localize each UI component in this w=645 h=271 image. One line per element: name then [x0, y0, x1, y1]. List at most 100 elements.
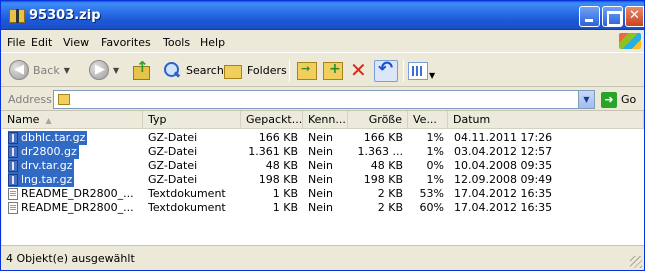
file-row[interactable]: README_DR2800_... Textdokument 1 KB Nein 2 K…	[2, 201, 644, 215]
chevron-down-icon: ▼	[113, 65, 120, 75]
column-header-size[interactable]: Größe	[348, 111, 408, 129]
menu-favorites[interactable]: Favorites	[101, 36, 151, 49]
file-name-cell[interactable]: lng.tar.gz	[8, 173, 140, 187]
folders-button[interactable]: Folders	[223, 58, 287, 82]
chevron-down-icon[interactable]: ▼	[578, 91, 594, 108]
file-ratio: 1%	[426, 173, 444, 186]
forward-button[interactable]: ▼	[89, 58, 119, 82]
file-name: drv.tar.gz	[21, 159, 73, 172]
file-name-wrap: lng.tar.gz	[8, 173, 75, 187]
file-size: 2 KB	[377, 201, 403, 214]
column-header-type[interactable]: Typ	[143, 111, 241, 129]
folders-label: Folders	[247, 63, 287, 77]
file-ratio: 0%	[426, 159, 444, 172]
file-protected: Nein	[308, 201, 334, 214]
title-bar[interactable]: 95303.zip	[1, 1, 644, 30]
file-name: lng.tar.gz	[21, 173, 73, 186]
file-name-wrap: README_DR2800_...	[8, 187, 134, 201]
file-protected: Nein	[308, 187, 334, 200]
file-name-cell[interactable]: dbhlc.tar.gz	[8, 131, 140, 145]
folders-icon	[223, 61, 243, 79]
file-type: Textdokument	[148, 201, 226, 214]
file-date: 10.04.2008 09:35	[454, 159, 553, 172]
delete-icon[interactable]: ✕	[350, 58, 370, 82]
search-label: Search	[186, 63, 224, 77]
move-to-icon[interactable]	[297, 62, 317, 80]
window-title: 95303.zip	[29, 8, 101, 23]
file-name-cell[interactable]: dr2800.gz	[8, 145, 140, 159]
column-header-name[interactable]: Name ▲	[2, 111, 143, 129]
file-row[interactable]: lng.tar.gz GZ-Datei 198 KB Nein 198 KB 1% 12.0…	[2, 173, 644, 187]
copy-to-icon[interactable]	[323, 61, 343, 80]
back-button[interactable]: Back ▼	[9, 58, 70, 82]
file-date: 03.04.2012 12:57	[454, 145, 553, 158]
views-icon[interactable]	[408, 62, 428, 80]
column-header-ratio[interactable]: Ve...	[408, 111, 448, 129]
explorer-window: 95303.zip File Edit View Favorites Tools…	[0, 0, 645, 271]
file-type: GZ-Datei	[148, 173, 198, 186]
file-list[interactable]: Name ▲ Typ Gepackt... Kenn... Größe Ve...…	[2, 111, 644, 245]
file-packed-size: 198 KB	[258, 173, 298, 186]
column-header-packed[interactable]: Gepackt...	[241, 111, 303, 129]
file-name-cell[interactable]: README_DR2800_...	[8, 201, 140, 215]
file-size: 166 KB	[363, 131, 403, 144]
file-name: README_DR2800_...	[21, 201, 134, 214]
file-ratio: 53%	[419, 187, 444, 200]
file-date: 12.09.2008 09:49	[454, 173, 553, 186]
search-button[interactable]: Search	[162, 58, 224, 82]
go-button[interactable]: ➜ Go	[601, 91, 643, 108]
up-folder-button[interactable]	[131, 58, 151, 82]
address-input[interactable]: ▼	[53, 90, 595, 109]
go-arrow-icon: ➜	[601, 91, 617, 108]
undo-icon[interactable]	[374, 58, 398, 82]
file-date: 04.11.2011 17:26	[454, 131, 553, 144]
file-packed-size: 1.361 KB	[248, 145, 298, 158]
go-label: Go	[621, 93, 637, 106]
status-bar: 4 Objekt(e) ausgewählt	[1, 245, 644, 270]
file-type: GZ-Datei	[148, 131, 198, 144]
column-header-protected[interactable]: Kenn...	[303, 111, 348, 129]
back-label: Back	[33, 63, 60, 77]
maximize-button[interactable]	[602, 6, 623, 27]
text-document-icon	[8, 188, 18, 200]
zip-folder-icon	[9, 9, 25, 23]
file-row[interactable]: dbhlc.tar.gz GZ-Datei 166 KB Nein 166 KB 1% 04…	[2, 131, 644, 145]
zip-folder-icon	[58, 94, 70, 105]
file-row[interactable]: drv.tar.gz GZ-Datei 48 KB Nein 48 KB 0% 10.04.…	[2, 159, 644, 173]
toolbar-separator	[403, 60, 404, 82]
menu-edit[interactable]: Edit	[31, 36, 52, 49]
close-button[interactable]	[625, 6, 644, 27]
windows-logo-icon	[619, 33, 641, 49]
file-name-cell[interactable]: drv.tar.gz	[8, 159, 140, 173]
address-bar: Address ▼ ➜ Go	[1, 88, 644, 111]
file-type: GZ-Datei	[148, 159, 198, 172]
gz-archive-icon	[8, 160, 18, 172]
menu-tools[interactable]: Tools	[163, 36, 190, 49]
minimize-button[interactable]	[579, 6, 600, 27]
file-packed-size: 1 KB	[272, 201, 298, 214]
menu-help[interactable]: Help	[200, 36, 225, 49]
file-protected: Nein	[308, 145, 334, 158]
column-header-date[interactable]: Datum	[448, 111, 644, 129]
file-row[interactable]: dr2800.gz GZ-Datei 1.361 KB Nein 1.363 ... 1%…	[2, 145, 644, 159]
up-folder-icon	[131, 58, 151, 80]
menu-view[interactable]: View	[63, 36, 89, 49]
file-date: 17.04.2012 16:35	[454, 187, 553, 200]
file-protected: Nein	[308, 173, 334, 186]
file-type: GZ-Datei	[148, 145, 198, 158]
file-name-wrap: dbhlc.tar.gz	[8, 131, 88, 145]
search-icon	[162, 60, 182, 80]
menu-file[interactable]: File	[7, 36, 25, 49]
back-arrow-icon	[9, 60, 29, 80]
file-name-cell[interactable]: README_DR2800_...	[8, 187, 140, 201]
standard-toolbar: Back ▼ ▼ Search Folders ✕ ▼	[1, 54, 644, 87]
file-row[interactable]: README_DR2800_... Textdokument 1 KB Nein 2 K…	[2, 187, 644, 201]
resize-grip-icon[interactable]	[630, 256, 642, 268]
menu-bar: File Edit View Favorites Tools Help	[1, 31, 644, 53]
file-name-wrap: dr2800.gz	[8, 145, 79, 159]
file-ratio: 1%	[426, 131, 444, 144]
file-packed-size: 166 KB	[258, 131, 298, 144]
views-dropdown-icon[interactable]: ▼	[429, 63, 435, 87]
toolbar-separator	[289, 60, 290, 82]
chevron-down-icon: ▼	[63, 65, 70, 75]
